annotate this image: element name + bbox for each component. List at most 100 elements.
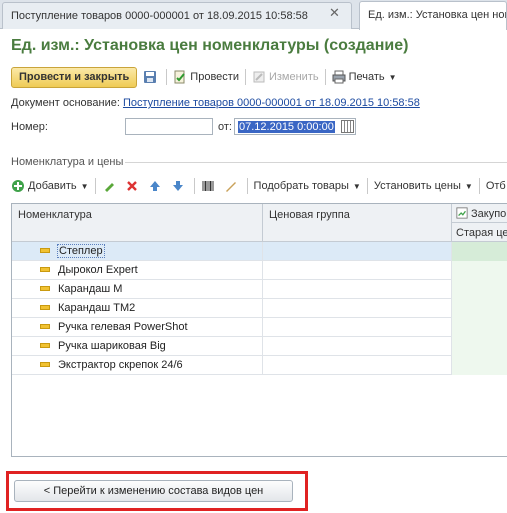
form-title: Ед. изм.: Установка цен номенклатуры (со… [11,37,409,54]
item-name: Карандаш М [58,283,123,295]
toolbar-separator [166,69,168,85]
floppy-disk-icon [144,71,157,83]
table-row[interactable]: Экстрактор скрепок 24/6 [12,356,507,375]
nomenclature-cell[interactable]: Экстрактор скрепок 24/6 [12,356,263,375]
tab-receipt-document[interactable]: Поступление товаров 0000-000001 от 18.09… [2,2,352,29]
nomenclature-cell[interactable]: Степлер [12,242,263,261]
set-prices-label: Установить цены [373,180,461,192]
post-button[interactable]: Провести [173,67,239,88]
print-button-label: Печать [348,71,385,83]
table-row[interactable]: Карандаш М [12,280,507,299]
select-goods-button[interactable]: Подобрать товары ▼ [254,180,361,192]
tab-price-setting[interactable]: Ед. изм.: Установка цен номенклатуры (со… [359,1,507,30]
barcode-icon [202,181,214,191]
nomenclature-cell[interactable]: Ручка гелевая PowerShot [12,318,263,337]
item-name: Ручка гелевая PowerShot [58,321,188,333]
table-toolbar: Добавить ▼ Подобрать товары ▼ Установить… [11,176,507,196]
item-name: Экстрактор скрепок 24/6 [58,359,183,371]
price-group-cell[interactable] [263,318,452,337]
toolbar-separator [94,178,96,194]
price-group-cell[interactable] [263,356,452,375]
table-row[interactable]: Степлер [12,242,507,261]
item-icon [40,267,50,272]
nomenclature-cell[interactable]: Карандаш М [12,280,263,299]
price-group-cell[interactable] [263,242,452,261]
nomenclature-table[interactable]: Номенклатура Ценовая группа Закупо Стара… [11,203,507,457]
barcode-button[interactable] [201,179,218,193]
tab-label: Ед. изм.: Установка цен номенклатуры (со… [368,9,506,21]
change-price-types-button[interactable]: < Перейти к изменению состава видов цен [14,480,293,502]
item-name: Дырокол Expert [58,264,138,276]
add-icon [12,180,24,192]
price-group-cell[interactable] [263,337,452,356]
form-toolbar: Провести и закрыть Провести Изменить Печ… [11,66,397,88]
chevron-down-icon: ▼ [464,181,473,191]
chevron-down-icon: ▼ [80,181,89,191]
tool-button[interactable] [224,179,241,193]
more-label: Отб [485,180,506,192]
base-document-label: Документ основание: [11,97,120,109]
pencil-icon [104,183,114,192]
price-group-cell[interactable] [263,280,452,299]
chevron-down-icon: ▼ [352,181,361,191]
price-group-cell[interactable] [263,299,452,318]
base-document-link[interactable]: Поступление товаров 0000-000001 от 18.09… [123,97,420,109]
toolbar-separator [244,69,246,85]
old-price-cell[interactable] [452,337,507,356]
old-price-cell[interactable] [452,280,507,299]
item-name: Степлер [57,244,105,258]
price-group-cell[interactable] [263,261,452,280]
old-price-cell[interactable] [452,299,507,318]
old-price-cell[interactable] [452,261,507,280]
purchase-price-header: Закупо [452,204,507,223]
toolbar-separator [324,69,326,85]
post-button-label: Провести [190,71,239,83]
brush-icon [225,182,236,192]
toolbar-separator [193,178,195,194]
column-header-price-group[interactable]: Ценовая группа [263,204,452,242]
number-field[interactable] [125,118,213,135]
table-row[interactable]: Ручка шариковая Big [12,337,507,356]
save-button[interactable] [143,67,160,88]
date-field[interactable]: 07.12.2015 0:00:00 [234,118,356,135]
move-down-button[interactable] [171,179,188,193]
item-icon [40,248,50,253]
post-and-close-button[interactable]: Провести и закрыть [11,66,138,88]
table-row[interactable]: Ручка гелевая PowerShot [12,318,507,337]
move-up-button[interactable] [148,179,165,193]
date-value: 07.12.2015 0:00:00 [238,121,335,133]
more-button[interactable]: Отб [486,180,506,192]
set-prices-button[interactable]: Установить цены ▼ [374,180,473,192]
old-price-cell[interactable] [452,242,507,261]
old-price-cell[interactable] [452,356,507,375]
item-icon [40,343,50,348]
table-header: Номенклатура Ценовая группа Закупо Стара… [12,204,507,242]
arrow-up-icon [149,181,160,191]
toolbar-separator [246,178,248,194]
add-button[interactable]: Добавить ▼ [11,179,89,193]
toolbar-separator [478,178,480,194]
column-header-nomenclature[interactable]: Номенклатура [12,204,263,242]
add-button-label: Добавить [28,180,77,192]
item-icon [40,362,50,367]
close-icon[interactable]: ✕ [329,5,340,21]
column-header-purchase[interactable]: Закупо Старая цен [452,204,507,242]
edit-row-button[interactable] [102,179,119,193]
nomenclature-cell[interactable]: Дырокол Expert [12,261,263,280]
item-name: Ручка шариковая Big [58,340,166,352]
date-label: от: [218,121,232,133]
calendar-icon[interactable] [341,120,354,133]
old-price-cell[interactable] [452,318,507,337]
old-price-header: Старая цен [456,227,507,239]
table-row[interactable]: Карандаш ТМ2 [12,299,507,318]
delete-row-button[interactable] [125,179,142,193]
table-row[interactable]: Дырокол Expert [12,261,507,280]
chevron-down-icon: ▼ [388,72,397,82]
edit-icon [253,71,265,83]
nomenclature-cell[interactable]: Карандаш ТМ2 [12,299,263,318]
edit-button[interactable]: Изменить [252,67,319,88]
printer-icon [332,70,346,84]
print-button[interactable]: Печать ▼ [332,67,397,88]
item-name: Карандаш ТМ2 [58,302,136,314]
nomenclature-cell[interactable]: Ручка шариковая Big [12,337,263,356]
